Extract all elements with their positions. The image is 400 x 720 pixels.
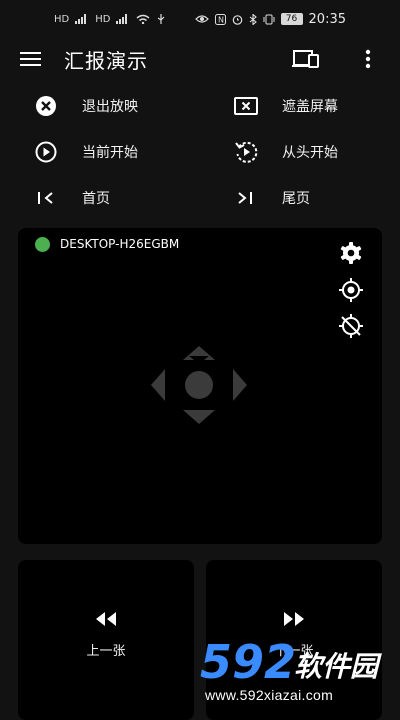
mask-screen-label: 遮盖屏幕 [282, 99, 338, 115]
first-page-label: 首页 [82, 191, 110, 207]
watermark-logo: 592 软件园 [200, 635, 382, 689]
signal-icon [116, 14, 128, 24]
prev-slide-label: 上一张 [86, 644, 126, 659]
start-beginning-label: 从头开始 [282, 145, 338, 161]
skip-last-icon [238, 192, 252, 204]
connection-status-dot [35, 237, 50, 252]
bluetooth-icon [249, 13, 257, 25]
prev-slide-button[interactable]: 上一张 [18, 560, 194, 720]
close-box-icon [234, 97, 258, 115]
hd-icon: HD [54, 13, 70, 25]
rewind-icon [96, 612, 116, 626]
last-page-label: 尾页 [282, 191, 310, 207]
watermark: 592 软件园 www.592xiazai.com [198, 635, 400, 711]
replay-icon [235, 141, 258, 163]
app-bar: 汇报演示 [0, 38, 400, 80]
signal-icon [75, 14, 87, 24]
laser-pointer-button[interactable] [338, 277, 364, 303]
laser-pointer-icon [339, 278, 363, 302]
start-beginning-button[interactable]: 从头开始 [234, 134, 400, 170]
last-page-button[interactable]: 尾页 [234, 180, 400, 216]
svg-text:N: N [218, 15, 224, 24]
eye-icon [194, 15, 209, 23]
nfc-icon: N [214, 13, 226, 25]
fast-forward-icon [284, 612, 304, 626]
svg-text:592: 592 [200, 636, 296, 686]
status-icons-left: HD HD [54, 14, 166, 25]
device-name: DESKTOP-H26EGBM [60, 237, 180, 251]
menu-button[interactable] [20, 48, 42, 70]
alarm-icon [232, 14, 242, 25]
menu-icon [20, 52, 41, 66]
remote-touch-panel[interactable]: DESKTOP-H26EGBM [18, 228, 382, 544]
more-options-button[interactable] [358, 47, 378, 71]
more-vert-icon [365, 49, 371, 69]
cast-button[interactable] [292, 47, 320, 71]
watermark-url: www.592xiazai.com [205, 687, 334, 703]
skip-first-icon [38, 192, 53, 204]
status-bar: HD HD N 76 20:35 [0, 0, 400, 38]
svg-text:软件园: 软件园 [294, 650, 382, 683]
exit-show-button[interactable]: 退出放映 [34, 88, 214, 124]
clock: 20:35 [308, 11, 346, 27]
status-icons-right: N 76 20:35 [194, 11, 346, 27]
vibrate-icon [263, 14, 275, 24]
start-current-label: 当前开始 [82, 145, 138, 161]
settings-button[interactable] [338, 240, 364, 266]
usb-icon [158, 14, 165, 24]
mask-screen-button[interactable]: 遮盖屏幕 [234, 88, 400, 124]
play-circle-icon [35, 141, 57, 163]
pointer-off-button[interactable] [338, 313, 364, 339]
pointer-off-icon [339, 314, 363, 338]
wifi-icon [136, 14, 150, 24]
exit-show-label: 退出放映 [82, 99, 138, 115]
settings-icon [340, 242, 362, 264]
first-page-button[interactable]: 首页 [34, 180, 214, 216]
hd-icon: HD [95, 13, 111, 25]
battery-indicator: 76 [280, 13, 303, 25]
start-current-button[interactable]: 当前开始 [34, 134, 214, 170]
page-title: 汇报演示 [64, 49, 148, 73]
dpad-icon [151, 346, 247, 424]
cast-icon [292, 50, 319, 68]
close-circle-icon [36, 96, 56, 116]
